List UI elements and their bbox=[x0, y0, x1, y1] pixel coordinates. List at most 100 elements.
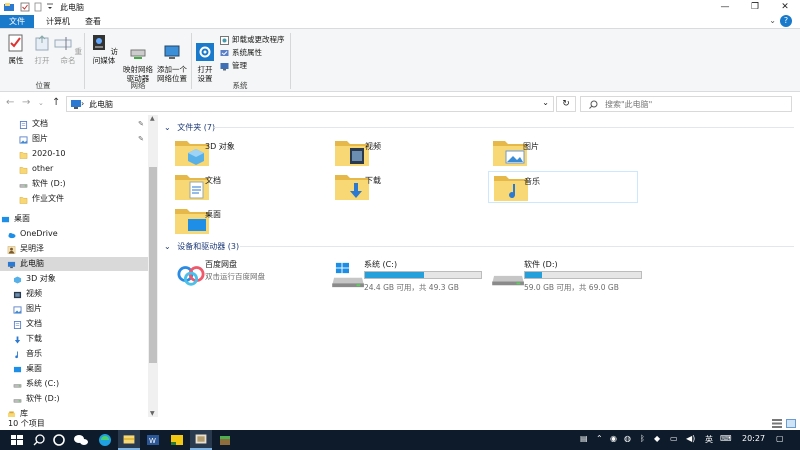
maximize-button[interactable]: ❐ bbox=[740, 0, 770, 15]
nav-item[interactable]: 作业文件 bbox=[0, 192, 148, 206]
customize-quick-access-icon[interactable] bbox=[45, 2, 55, 12]
system-properties-button[interactable]: 系统属性 bbox=[220, 47, 262, 59]
task-view-icon[interactable] bbox=[48, 430, 70, 450]
volume-icon[interactable]: ◀) bbox=[686, 434, 695, 443]
folders-section-header[interactable]: ⌄ 文件夹 (7) bbox=[164, 122, 794, 133]
nav-item[interactable]: 桌面 bbox=[0, 212, 148, 226]
pin-icon[interactable]: ✎ bbox=[138, 132, 144, 146]
folder-tile[interactable]: 下载 bbox=[334, 171, 484, 203]
battery-icon[interactable]: ▭ bbox=[670, 434, 678, 443]
drive-name: 系统 (C:) bbox=[364, 260, 398, 269]
drive-tile[interactable]: 软件 (D:) 59.0 GB 可用，共 69.0 GB bbox=[492, 259, 647, 293]
nav-item[interactable]: 图片 bbox=[0, 302, 148, 316]
details-view-icon[interactable] bbox=[772, 419, 782, 428]
forward-arrow-icon[interactable]: → bbox=[22, 97, 30, 108]
up-arrow-icon[interactable]: ↑ bbox=[52, 97, 60, 108]
nav-item[interactable]: 桌面 bbox=[0, 362, 148, 376]
open-button[interactable]: 打开 bbox=[30, 34, 54, 65]
nav-item[interactable]: 2020-10 bbox=[0, 147, 148, 161]
bluetooth-icon[interactable]: ᛒ bbox=[640, 434, 645, 443]
uninstall-program-button[interactable]: 卸载或更改程序 bbox=[220, 34, 285, 46]
address-dropdown-icon[interactable]: ⌄ bbox=[542, 98, 549, 107]
new-folder-quick-icon[interactable] bbox=[33, 2, 43, 12]
add-network-location-button[interactable]: 添加一个 网络位置 bbox=[155, 34, 189, 83]
folder-tile[interactable]: 音乐 bbox=[488, 171, 638, 203]
window-title: 此电脑 bbox=[60, 3, 84, 12]
refresh-button[interactable]: ↻ bbox=[556, 96, 576, 112]
keyboard-icon[interactable]: ⌨ bbox=[720, 434, 732, 443]
word-icon[interactable]: W bbox=[142, 430, 164, 450]
tab-file[interactable]: 文件 bbox=[0, 15, 34, 28]
nav-item[interactable]: 软件 (D:) bbox=[0, 177, 148, 191]
shield-icon[interactable]: ◆ bbox=[654, 434, 660, 443]
nav-item[interactable]: 3D 对象 bbox=[0, 272, 148, 286]
nav-item[interactable]: 吴明泽 bbox=[0, 242, 148, 256]
properties-quick-icon[interactable] bbox=[20, 2, 30, 12]
search-icon[interactable] bbox=[28, 430, 50, 450]
wechat-tray-icon[interactable]: ◉ bbox=[610, 434, 617, 443]
nav-item[interactable]: 库 bbox=[0, 407, 148, 417]
scroll-down-icon[interactable]: ▼ bbox=[150, 410, 155, 417]
edge-browser-icon[interactable] bbox=[94, 430, 116, 450]
properties-button[interactable]: 属性 bbox=[4, 34, 28, 65]
scroll-up-icon[interactable]: ▲ bbox=[150, 115, 155, 122]
clock-time[interactable]: 20:27 bbox=[742, 434, 765, 443]
scroll-thumb[interactable] bbox=[149, 167, 157, 363]
address-bar[interactable]: › 此电脑 ⌄ bbox=[66, 96, 554, 112]
nav-item-label: 2020-10 bbox=[32, 149, 66, 158]
folder-tile[interactable]: 图片 bbox=[492, 137, 642, 169]
sticky-notes-icon[interactable] bbox=[166, 430, 188, 450]
folder-tile[interactable]: 桌面 bbox=[174, 205, 324, 237]
nav-item-label: 图片 bbox=[32, 134, 48, 143]
start-windows-icon[interactable] bbox=[6, 430, 28, 450]
map-network-drive-button[interactable]: 映射网络 驱动器 bbox=[121, 34, 155, 83]
nav-item[interactable]: 文档 bbox=[0, 317, 148, 331]
drive-tile[interactable]: 百度网盘 双击运行百度网盘 bbox=[174, 259, 329, 293]
nav-item[interactable]: 下载 bbox=[0, 332, 148, 346]
access-media-button[interactable]: 访问媒体 bbox=[87, 34, 121, 65]
folder-tile[interactable]: 视频 bbox=[334, 137, 484, 169]
close-button[interactable]: ✕ bbox=[770, 0, 800, 15]
ribbon-separator bbox=[191, 33, 192, 89]
desktop-icon bbox=[13, 365, 22, 373]
drive-info: 24.4 GB 可用，共 49.3 GB bbox=[364, 283, 459, 292]
nav-pane-scrollbar[interactable]: ▲ ▼ bbox=[148, 115, 158, 417]
app-window-icon[interactable] bbox=[190, 430, 212, 450]
pin-icon[interactable]: ✎ bbox=[138, 117, 144, 131]
notification-center-icon[interactable]: ▢ bbox=[776, 434, 784, 443]
nav-item[interactable]: 软件 (D:) bbox=[0, 392, 148, 406]
large-icons-view-icon[interactable] bbox=[786, 419, 796, 428]
nav-item[interactable]: 音乐 bbox=[0, 347, 148, 361]
nav-item-label: OneDrive bbox=[20, 229, 58, 238]
nav-item[interactable]: OneDrive bbox=[0, 227, 148, 241]
wechat-icon[interactable] bbox=[70, 430, 92, 450]
folder-tile[interactable]: 3D 对象 bbox=[174, 137, 324, 169]
baidu-netdisk-tray-icon[interactable]: ▤ bbox=[580, 434, 588, 443]
tab-view[interactable]: 查看 bbox=[80, 15, 106, 28]
minimize-button[interactable]: — bbox=[710, 0, 740, 15]
nav-item[interactable]: other bbox=[0, 162, 148, 176]
rename-button[interactable]: 重命名 bbox=[54, 34, 82, 65]
devices-section-header[interactable]: ⌄ 设备和驱动器 (3) bbox=[164, 241, 794, 252]
folder-icon bbox=[19, 195, 28, 204]
ribbon-minimize-icon[interactable]: ⌄ bbox=[769, 16, 776, 25]
manage-button[interactable]: 管理 bbox=[220, 60, 247, 72]
show-hidden-icons-icon[interactable]: ⌃ bbox=[596, 434, 603, 443]
file-explorer-icon[interactable] bbox=[118, 430, 140, 450]
back-arrow-icon[interactable]: ← bbox=[6, 97, 14, 108]
tab-computer[interactable]: 计算机 bbox=[38, 15, 78, 28]
folder-tile[interactable]: 文档 bbox=[174, 171, 324, 203]
recent-locations-icon[interactable]: ⌄ bbox=[38, 99, 44, 107]
drive-tile[interactable]: 系统 (C:) 24.4 GB 可用，共 49.3 GB bbox=[332, 259, 487, 293]
open-settings-button[interactable]: 打开 设置 bbox=[194, 34, 216, 83]
nav-item[interactable]: 文档 ✎ bbox=[0, 117, 148, 131]
nav-item[interactable]: 此电脑 bbox=[0, 257, 148, 271]
nav-item[interactable]: 系统 (C:) bbox=[0, 377, 148, 391]
nav-item[interactable]: 图片 ✎ bbox=[0, 132, 148, 146]
wechat-work-tray-icon[interactable]: ◍ bbox=[624, 434, 631, 443]
package-app-icon[interactable] bbox=[214, 430, 236, 450]
nav-item[interactable]: 视频 bbox=[0, 287, 148, 301]
search-box[interactable]: 搜索"此电脑" bbox=[580, 96, 792, 112]
help-icon[interactable]: ? bbox=[780, 15, 792, 27]
input-language[interactable]: 英 bbox=[705, 434, 713, 445]
